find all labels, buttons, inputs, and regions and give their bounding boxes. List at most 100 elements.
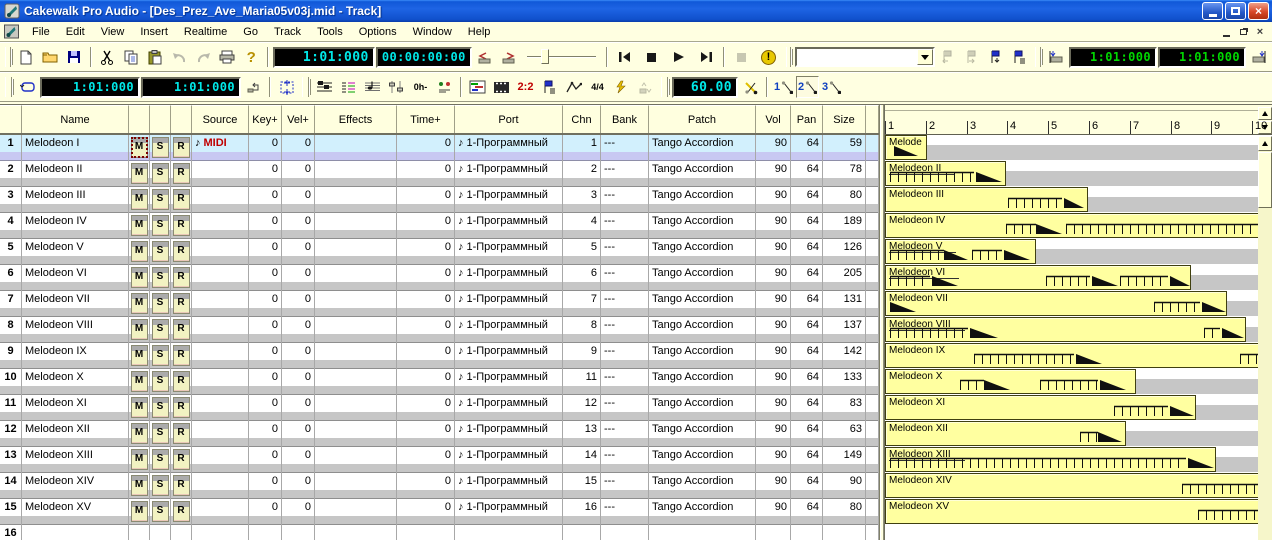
mute-button[interactable]: M [131, 241, 148, 262]
column-header-key-plus[interactable]: Key+ [249, 105, 282, 133]
effects-cell[interactable] [315, 161, 397, 187]
time-offset-cell[interactable]: 0 [397, 317, 455, 343]
channel-cell[interactable]: 5 [563, 239, 601, 265]
menu-help[interactable]: Help [460, 24, 499, 40]
mute-button[interactable]: M [131, 293, 148, 314]
midi-clip[interactable]: Melodeon VIII [885, 317, 1246, 342]
marker-previous-button[interactable] [936, 46, 959, 68]
column-header-blank[interactable] [150, 105, 171, 133]
piano-roll-button[interactable] [466, 76, 489, 98]
pan-cell[interactable]: 64 [791, 239, 823, 265]
channel-cell[interactable]: 3 [563, 187, 601, 213]
column-header-blank[interactable] [0, 105, 22, 133]
track-name-cell[interactable]: Melodeon XII [22, 421, 129, 447]
loop-toggle-button[interactable] [16, 76, 39, 98]
key-offset-cell[interactable]: 0 [249, 473, 282, 499]
patch-cell[interactable]: Tango Accordion [649, 447, 756, 473]
port-cell[interactable]: ♪1-Программный [455, 447, 563, 473]
bank-cell[interactable]: --- [601, 161, 649, 187]
solo-button[interactable]: S [152, 423, 169, 444]
pan-cell[interactable]: 64 [791, 265, 823, 291]
controllers-view-button[interactable] [385, 76, 408, 98]
smpte-time-display[interactable]: 00:00:00:00 [376, 47, 472, 68]
size-cell[interactable]: 137 [823, 317, 866, 343]
loop-marker-button[interactable] [242, 76, 265, 98]
solo-button[interactable]: S [152, 293, 169, 314]
effects-cell[interactable] [315, 499, 397, 525]
velocity-offset-cell[interactable]: 0 [282, 135, 315, 161]
key-offset-cell[interactable]: 0 [249, 395, 282, 421]
tempo-display[interactable]: 60.00 [672, 77, 738, 98]
volume-cell[interactable]: 90 [756, 395, 791, 421]
track-row[interactable]: 2Melodeon IIMSR000♪1-Программный2---Tang… [0, 161, 879, 187]
midi-clip[interactable]: Melodeon IV [885, 213, 1259, 238]
help-button[interactable]: ? [240, 46, 263, 68]
mute-button[interactable]: M [131, 189, 148, 210]
pan-cell[interactable]: 64 [791, 473, 823, 499]
record-arm-button[interactable]: R [173, 475, 190, 496]
port-cell[interactable]: ♪1-Программный [455, 135, 563, 161]
mute-button[interactable]: M [131, 397, 148, 418]
size-cell[interactable]: 78 [823, 161, 866, 187]
pan-cell[interactable]: 64 [791, 421, 823, 447]
solo-button[interactable]: S [152, 267, 169, 288]
volume-cell[interactable]: 90 [756, 317, 791, 343]
time-offset-cell[interactable]: 0 [397, 369, 455, 395]
channel-cell[interactable]: 13 [563, 421, 601, 447]
patch-cell[interactable]: Tango Accordion [649, 265, 756, 291]
record-arm-button[interactable]: R [173, 449, 190, 470]
key-offset-cell[interactable]: 0 [249, 239, 282, 265]
port-cell[interactable]: ♪1-Программный [455, 213, 563, 239]
volume-cell[interactable]: 90 [756, 369, 791, 395]
clip-lane[interactable]: Melodeon IV [885, 213, 1259, 239]
track-name-cell[interactable]: Melodeon VII [22, 291, 129, 317]
port-cell[interactable]: ♪1-Программный [455, 239, 563, 265]
pan-cell[interactable]: 64 [791, 447, 823, 473]
time-offset-cell[interactable]: 0 [397, 473, 455, 499]
measure-ruler[interactable]: 12345678910 [885, 105, 1272, 135]
velocity-offset-cell[interactable]: 0 [282, 317, 315, 343]
bank-cell[interactable]: --- [601, 343, 649, 369]
velocity-offset-cell[interactable]: 0 [282, 291, 315, 317]
mdi-minimize-button[interactable] [1218, 25, 1234, 39]
mute-button[interactable]: M [131, 267, 148, 288]
clip-lane[interactable]: Melodeon IX [885, 343, 1259, 369]
bank-cell[interactable]: --- [601, 369, 649, 395]
redo-button[interactable] [192, 46, 215, 68]
track-number[interactable]: 13 [0, 447, 22, 473]
time-offset-cell[interactable]: 0 [397, 343, 455, 369]
time-offset-cell[interactable]: 0 [397, 265, 455, 291]
effects-cell[interactable] [315, 343, 397, 369]
velocity-offset-cell[interactable]: 0 [282, 239, 315, 265]
clip-lane[interactable]: Melodeon VI [885, 265, 1259, 291]
track-number[interactable]: 4 [0, 213, 22, 239]
effects-cell[interactable] [315, 317, 397, 343]
paste-button[interactable] [144, 46, 167, 68]
channel-cell[interactable]: 9 [563, 343, 601, 369]
solo-button[interactable]: S [152, 215, 169, 236]
time-offset-cell[interactable]: 0 [397, 239, 455, 265]
clip-lane[interactable]: Melodeon V [885, 239, 1259, 265]
record-arm-button[interactable]: R [173, 267, 190, 288]
source-cell[interactable] [192, 265, 249, 291]
track-row[interactable]: 5Melodeon VMSR000♪1-Программный5---Tango… [0, 239, 879, 265]
tempo-ratio-1-button[interactable]: 1 [772, 76, 795, 98]
volume-cell[interactable]: 90 [756, 343, 791, 369]
clip-lane[interactable]: Melodeon II [885, 161, 1259, 187]
patch-cell[interactable]: Tango Accordion [649, 343, 756, 369]
column-header-chn[interactable]: Chn [563, 105, 601, 133]
effects-cell[interactable] [315, 187, 397, 213]
midi-clip[interactable]: Melodeon VI [885, 265, 1191, 290]
patch-cell[interactable]: Tango Accordion [649, 161, 756, 187]
source-cell[interactable] [192, 447, 249, 473]
print-button[interactable] [216, 46, 239, 68]
toolbar-grip[interactable] [5, 47, 11, 67]
position-slider-thumb[interactable] [541, 49, 549, 64]
column-header-source[interactable]: Source [192, 105, 249, 133]
tempo-ratio-2-button[interactable]: 2 [796, 76, 819, 98]
marker-add-button[interactable] [984, 46, 1007, 68]
column-header-blank[interactable] [129, 105, 150, 133]
midi-clip[interactable]: Melodeon III [885, 187, 1088, 212]
bank-cell[interactable]: --- [601, 291, 649, 317]
channel-cell[interactable]: 2 [563, 161, 601, 187]
